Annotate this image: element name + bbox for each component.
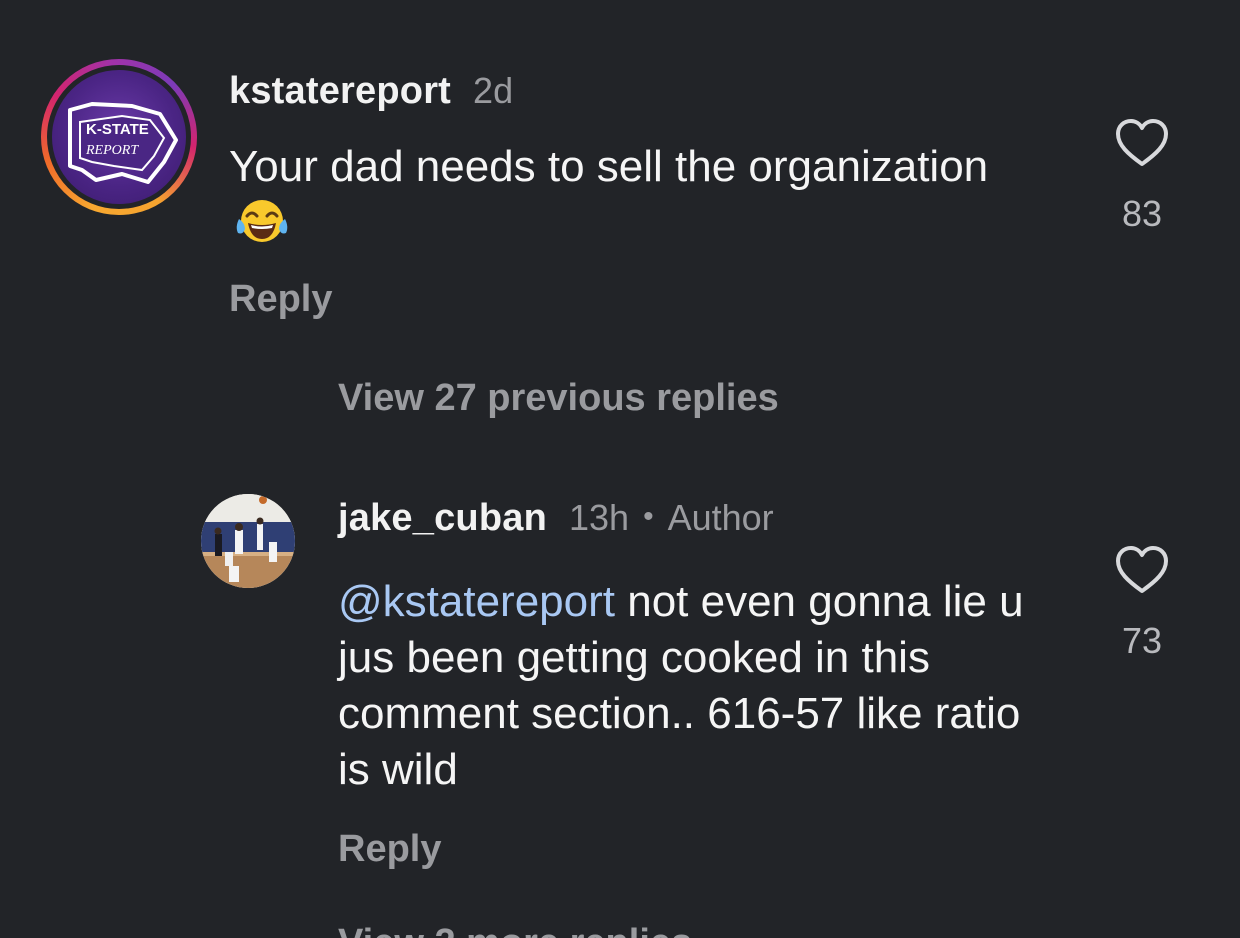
reply-text: @kstatereport not even gonna lie u jus b… <box>338 574 1058 798</box>
separator-dot: • <box>643 500 654 533</box>
story-ring-avatar[interactable]: K-STATE REPORT <box>41 59 197 215</box>
reply-button[interactable]: Reply <box>338 824 441 874</box>
like-count: 83 <box>1121 193 1163 234</box>
view-previous-replies-link[interactable]: View 27 previous replies <box>338 373 779 423</box>
comment-text: Your dad needs to sell the organization <box>229 139 1029 251</box>
like-heart-icon[interactable] <box>1114 545 1170 595</box>
comments-screen: K-STATE REPORT kstatereport 2d Your dad n… <box>0 0 1240 938</box>
mention-link[interactable]: @kstatereport <box>338 577 615 626</box>
comment-username[interactable]: kstatereport <box>229 70 451 112</box>
kstate-logo: K-STATE REPORT <box>68 102 178 184</box>
comment-timestamp: 2d <box>473 70 514 111</box>
comment-header: kstatereport 2d <box>229 66 513 124</box>
like-heart-icon[interactable] <box>1114 118 1170 168</box>
reply-username[interactable]: jake_cuban <box>338 497 547 539</box>
like-count: 73 <box>1121 620 1163 661</box>
reply-timestamp: 13h <box>569 497 630 538</box>
kstatereport-avatar: K-STATE REPORT <box>52 70 186 204</box>
reply-button[interactable]: Reply <box>229 274 332 324</box>
jake-cuban-avatar[interactable] <box>201 494 295 588</box>
author-badge: Author <box>667 497 774 538</box>
view-more-replies-link[interactable]: View 2 more replies <box>338 918 692 938</box>
reply-header: jake_cuban 13h • Author <box>338 492 774 551</box>
tears-of-joy-emoji-icon <box>236 200 288 242</box>
avatar-logo-line1: K-STATE <box>86 121 149 138</box>
comment-body: Your dad needs to sell the organization <box>229 142 989 191</box>
avatar-logo-line2: REPORT <box>85 143 139 158</box>
basketball-photo <box>201 494 295 588</box>
